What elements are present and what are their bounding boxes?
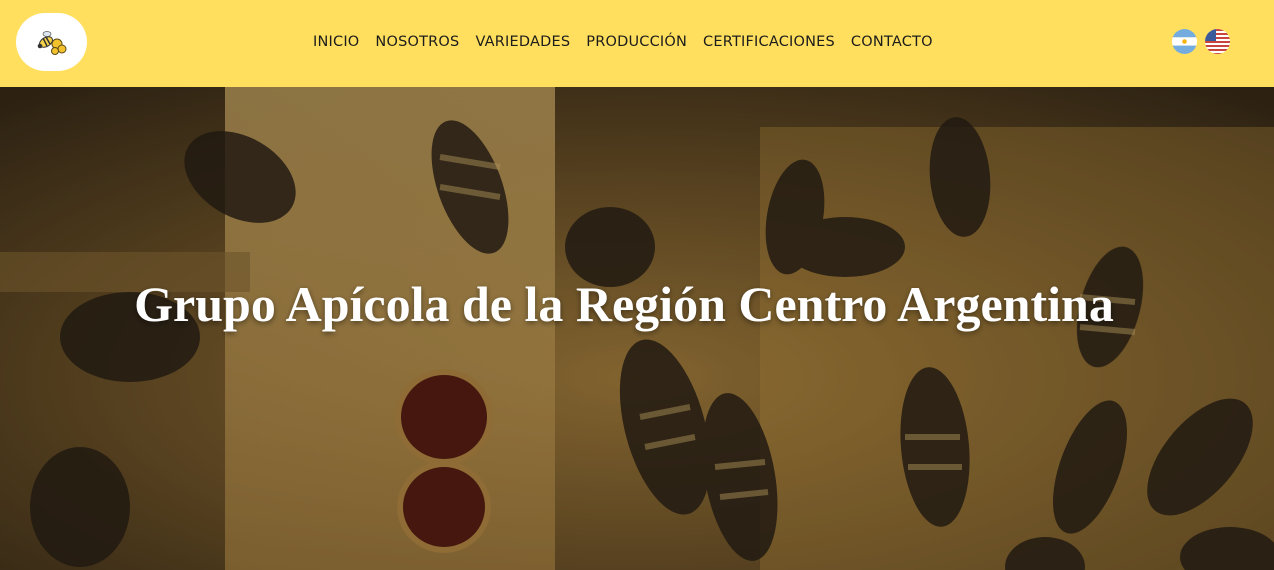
nav-item-nosotros[interactable]: NOSOTROS <box>367 34 467 50</box>
site-header: INICIO NOSOTROS VARIEDADES PRODUCCIÓN CE… <box>0 0 1274 87</box>
nav-item-certificaciones[interactable]: CERTIFICACIONES <box>695 34 843 50</box>
nav-item-variedades[interactable]: VARIEDADES <box>467 34 578 50</box>
usa-flag-icon <box>1205 29 1230 54</box>
home-logo[interactable] <box>16 13 87 71</box>
nav-item-produccion[interactable]: PRODUCCIÓN <box>578 34 695 50</box>
argentina-flag-icon <box>1172 29 1197 54</box>
language-switcher <box>1172 29 1230 54</box>
language-en-button[interactable] <box>1205 29 1230 54</box>
nav-item-contacto[interactable]: CONTACTO <box>843 34 941 50</box>
bee-logo-icon <box>37 31 66 55</box>
language-es-button[interactable] <box>1172 29 1197 54</box>
hero-title: Grupo Apícola de la Región Centro Argent… <box>134 276 1114 332</box>
nav-item-inicio[interactable]: INICIO <box>305 34 367 50</box>
hero-banner: Grupo Apícola de la Región Centro Argent… <box>0 87 1274 570</box>
main-nav: INICIO NOSOTROS VARIEDADES PRODUCCIÓN CE… <box>305 0 941 83</box>
